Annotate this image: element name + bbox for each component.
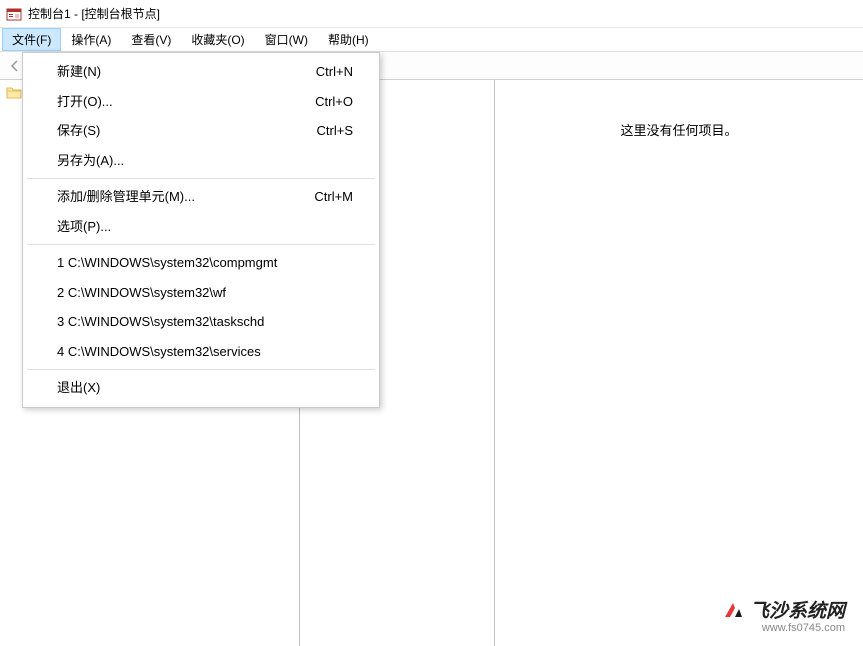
menu-action[interactable]: 操作(A)	[61, 28, 121, 51]
menu-window[interactable]: 窗口(W)	[255, 28, 318, 51]
menu-recent-2[interactable]: 2 C:\WINDOWS\system32\wf	[25, 278, 377, 308]
app-icon	[6, 6, 22, 22]
menu-recent-2-label: 2 C:\WINDOWS\system32\wf	[57, 283, 226, 303]
menu-exit-label: 退出(X)	[57, 378, 100, 398]
menu-view[interactable]: 查看(V)	[121, 28, 181, 51]
window-title: 控制台1 - [控制台根节点]	[28, 5, 160, 22]
menu-exit[interactable]: 退出(X)	[25, 373, 377, 403]
menu-save-label: 保存(S)	[57, 121, 100, 141]
menu-separator	[27, 244, 375, 245]
watermark-name: 飞沙系统网	[750, 596, 845, 623]
folder-icon	[6, 86, 22, 100]
menu-saveas-label: 另存为(A)...	[57, 151, 124, 171]
menu-new-label: 新建(N)	[57, 62, 101, 82]
menu-help[interactable]: 帮助(H)	[318, 28, 379, 51]
menu-open-shortcut: Ctrl+O	[315, 92, 353, 112]
menu-new-shortcut: Ctrl+N	[316, 62, 353, 82]
menu-favorites[interactable]: 收藏夹(O)	[181, 28, 254, 51]
titlebar: 控制台1 - [控制台根节点]	[0, 0, 863, 28]
watermark-logo-icon	[722, 599, 744, 621]
menu-addremove-snapin[interactable]: 添加/删除管理单元(M)... Ctrl+M	[25, 182, 377, 212]
menu-recent-4[interactable]: 4 C:\WINDOWS\system32\services	[25, 337, 377, 367]
menu-addremove-label: 添加/删除管理单元(M)...	[57, 187, 195, 207]
menu-options[interactable]: 选项(P)...	[25, 212, 377, 242]
menu-new[interactable]: 新建(N) Ctrl+N	[25, 57, 377, 87]
menu-open[interactable]: 打开(O)... Ctrl+O	[25, 87, 377, 117]
file-menu-dropdown: 新建(N) Ctrl+N 打开(O)... Ctrl+O 保存(S) Ctrl+…	[22, 52, 380, 408]
menu-saveas[interactable]: 另存为(A)...	[25, 146, 377, 176]
menu-options-label: 选项(P)...	[57, 217, 111, 237]
menu-separator	[27, 178, 375, 179]
menu-save[interactable]: 保存(S) Ctrl+S	[25, 116, 377, 146]
menu-save-shortcut: Ctrl+S	[317, 121, 353, 141]
right-pane: 这里没有任何项目。	[495, 80, 863, 646]
watermark-url: www.fs0745.com	[762, 622, 845, 634]
menu-recent-1[interactable]: 1 C:\WINDOWS\system32\compmgmt	[25, 248, 377, 278]
menubar: 文件(F) 操作(A) 查看(V) 收藏夹(O) 窗口(W) 帮助(H)	[0, 28, 863, 52]
menu-recent-3[interactable]: 3 C:\WINDOWS\system32\taskschd	[25, 307, 377, 337]
empty-message: 这里没有任何项目。	[495, 120, 863, 139]
menu-recent-1-label: 1 C:\WINDOWS\system32\compmgmt	[57, 253, 277, 273]
menu-recent-3-label: 3 C:\WINDOWS\system32\taskschd	[57, 312, 264, 332]
menu-open-label: 打开(O)...	[57, 92, 113, 112]
menu-file[interactable]: 文件(F)	[2, 28, 61, 51]
menu-recent-4-label: 4 C:\WINDOWS\system32\services	[57, 342, 261, 362]
watermark: 飞沙系统网 www.fs0745.com	[722, 596, 845, 634]
menu-separator	[27, 369, 375, 370]
menu-addremove-shortcut: Ctrl+M	[314, 187, 353, 207]
